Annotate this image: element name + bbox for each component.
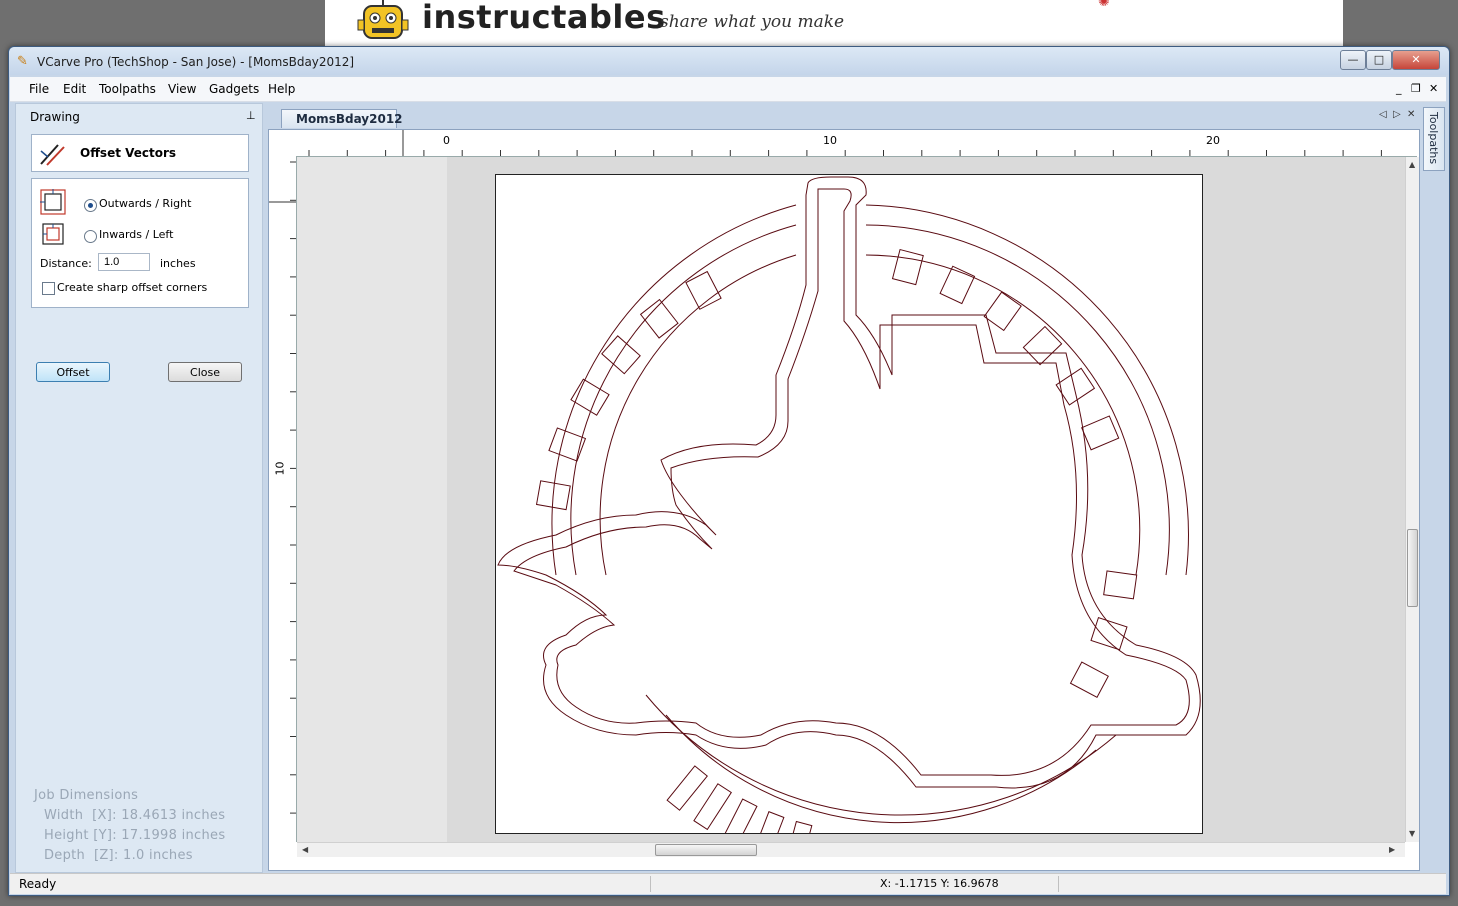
- vector-drawing: [497, 176, 1201, 833]
- scroll-right-icon[interactable]: ▶: [1389, 845, 1395, 854]
- hruler-label-20: 20: [1206, 134, 1220, 147]
- mdi-restore-icon[interactable]: ❐: [1411, 82, 1421, 95]
- vertical-ruler: 10: [269, 156, 297, 842]
- status-divider: [1058, 876, 1059, 892]
- brand-logo-text: instructables: [422, 0, 666, 36]
- outwards-radio[interactable]: [84, 199, 97, 212]
- toolpaths-side-tab[interactable]: Toolpaths: [1423, 107, 1445, 171]
- menu-bar: File Edit Toolpaths View Gadgets Help _ …: [10, 77, 1446, 102]
- offset-options-box: Outwards / Right Inwards / Left Distance…: [31, 178, 249, 308]
- job-width: Width [X]: 18.4613 inches: [44, 808, 226, 823]
- outwards-label: Outwards / Right: [99, 197, 192, 210]
- tab-label: MomsBday2012: [296, 112, 403, 126]
- vruler-label-10: 10: [273, 461, 287, 476]
- pin-icon[interactable]: ⊥: [246, 109, 256, 122]
- horizontal-scroll-thumb[interactable]: [655, 844, 757, 856]
- scroll-down-icon[interactable]: ▼: [1409, 829, 1415, 838]
- tab-prev-icon[interactable]: ◁: [1379, 109, 1387, 120]
- distance-unit: inches: [160, 257, 196, 270]
- vertical-scroll-thumb[interactable]: [1407, 529, 1418, 607]
- menu-help[interactable]: Help: [268, 82, 295, 96]
- vcarve-app-icon: ✎: [17, 54, 28, 69]
- inwards-radio[interactable]: [84, 230, 97, 243]
- distance-label: Distance:: [40, 257, 92, 270]
- offset-vectors-icon: [38, 141, 66, 167]
- status-divider: [650, 876, 651, 892]
- tab-next-icon[interactable]: ▷: [1393, 109, 1401, 120]
- material-sheet[interactable]: [495, 174, 1203, 834]
- horizontal-ruler: 0 10 20: [297, 130, 1417, 157]
- tab-momsbday2012[interactable]: MomsBday2012: [281, 109, 403, 128]
- job-depth: Depth [Z]: 1.0 inches: [44, 848, 193, 863]
- mdi-close-icon[interactable]: ✕: [1429, 82, 1438, 95]
- horizontal-scrollbar[interactable]: ◀ ▶: [297, 842, 1405, 857]
- canvas-margin: [297, 157, 447, 842]
- scroll-left-icon[interactable]: ◀: [302, 845, 308, 854]
- tool-title: Offset Vectors: [80, 146, 177, 160]
- sharp-corners-label: Create sharp offset corners: [57, 281, 208, 294]
- inwards-label: Inwards / Left: [99, 228, 174, 241]
- scroll-up-icon[interactable]: ▲: [1409, 160, 1415, 169]
- offset-button[interactable]: Offset: [36, 362, 110, 382]
- inwards-offset-icon: [40, 221, 66, 247]
- vertical-scrollbar[interactable]: ▲ ▼: [1405, 157, 1419, 842]
- cursor-coordinates: X: -1.1715 Y: 16.9678: [880, 877, 999, 890]
- close-button[interactable]: Close: [168, 362, 242, 382]
- job-dimensions-heading: Job Dimensions: [34, 788, 139, 803]
- robot-logo-icon: [350, 0, 416, 46]
- status-bar: Ready X: -1.1715 Y: 16.9678: [10, 873, 1446, 894]
- menu-gadgets[interactable]: Gadgets: [209, 82, 259, 96]
- gear-icon: ✺: [1098, 0, 1110, 10]
- outwards-offset-icon: [40, 189, 66, 215]
- document-view: 0 10 20 10 ▲ ▼ ◀ ▶: [268, 129, 1420, 871]
- drawing-canvas[interactable]: [297, 157, 1405, 842]
- menu-toolpaths[interactable]: Toolpaths: [99, 82, 156, 96]
- mdi-minimize-icon[interactable]: _: [1396, 82, 1402, 95]
- job-height: Height [Y]: 17.1998 inches: [44, 828, 226, 843]
- drawing-panel-header: Drawing: [30, 110, 80, 124]
- menu-file[interactable]: File: [29, 82, 49, 96]
- brand-tagline: share what you make: [660, 12, 845, 32]
- distance-input[interactable]: [98, 253, 150, 271]
- status-ready-text: Ready: [19, 877, 57, 891]
- drawing-panel: Drawing ⊥ Offset Vectors Outwards / Righ…: [15, 103, 263, 873]
- maximize-button[interactable]: □: [1366, 50, 1392, 70]
- sharp-corners-checkbox[interactable]: [42, 282, 55, 295]
- app-window: ✎ VCarve Pro (TechShop - San Jose) - [Mo…: [8, 46, 1450, 896]
- window-title: VCarve Pro (TechShop - San Jose) - [Moms…: [37, 55, 355, 69]
- close-window-button[interactable]: ✕: [1392, 50, 1440, 70]
- hruler-label-10: 10: [823, 134, 837, 147]
- hruler-label-0: 0: [443, 134, 450, 147]
- menu-view[interactable]: View: [168, 82, 196, 96]
- title-bar[interactable]: ✎ VCarve Pro (TechShop - San Jose) - [Mo…: [9, 47, 1449, 75]
- tab-close-icon[interactable]: ✕: [1407, 109, 1415, 120]
- toolpaths-tab-label: Toolpaths: [1427, 112, 1440, 165]
- minimize-button[interactable]: —: [1340, 50, 1366, 70]
- offset-vectors-header: Offset Vectors: [31, 134, 249, 172]
- menu-edit[interactable]: Edit: [63, 82, 86, 96]
